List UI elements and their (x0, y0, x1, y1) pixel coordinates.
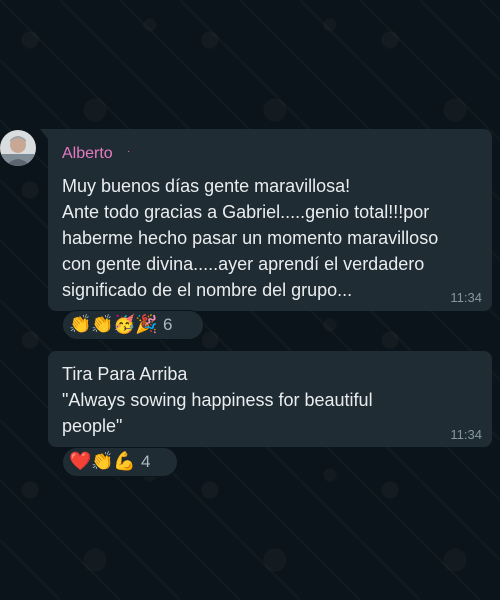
message-text: Muy buenos días gente maravillosa! Ante … (62, 176, 439, 300)
message-time: 11:34 (450, 290, 482, 305)
reactions-bar[interactable]: 👏 👏 🥳 🎉 6 (62, 310, 204, 340)
message-bubble[interactable]: Tira Para Arriba "Always sowing happines… (48, 351, 492, 447)
sender-name[interactable]: Alberto (62, 145, 113, 163)
avatar-photo (0, 130, 36, 166)
party-face-icon: 🥳 (113, 314, 136, 335)
clapping-hands-icon: 👏 (91, 451, 114, 472)
reaction-count: 4 (141, 452, 151, 471)
message-time: 11:34 (450, 427, 482, 442)
clapping-hands-icon: 👏 (69, 314, 92, 335)
clapping-hands-icon: 👏 (91, 314, 114, 335)
sender-avatar[interactable] (0, 130, 36, 166)
message-text: Tira Para Arriba "Always sowing happines… (62, 364, 373, 436)
flexed-biceps-icon: 💪 (113, 451, 136, 472)
sender-status-dot: · (127, 146, 131, 157)
heart-icon: ❤️ (69, 451, 92, 472)
message-bubble[interactable]: Alberto · Muy buenos días gente maravill… (40, 129, 492, 311)
party-popper-icon: 🎉 (135, 314, 158, 335)
reactions-bar[interactable]: ❤️ 👏 💪 4 (62, 447, 178, 477)
reaction-count: 6 (163, 315, 173, 334)
